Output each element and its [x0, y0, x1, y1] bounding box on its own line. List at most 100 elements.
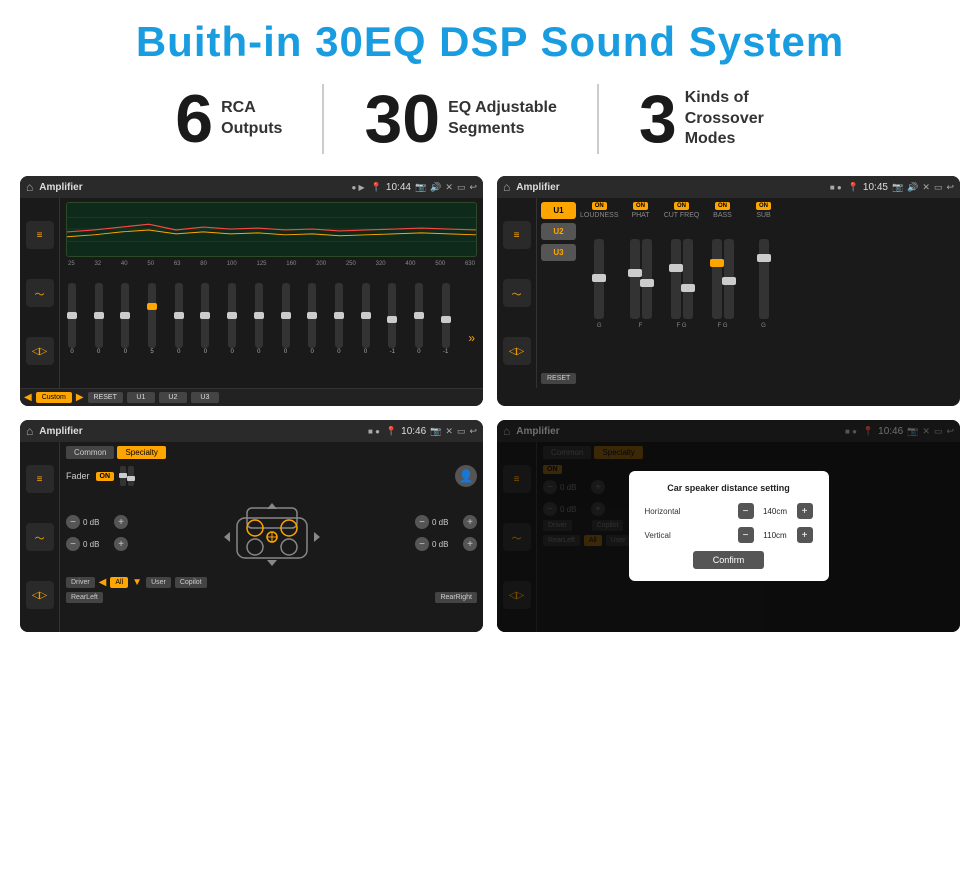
db-plus-1[interactable]: +: [114, 515, 128, 529]
location-icon-cross: 📍: [848, 182, 859, 193]
fader-sliders-horiz: [120, 466, 134, 486]
freq-100: 100: [227, 261, 237, 267]
fader-tab-common[interactable]: Common: [66, 446, 114, 459]
eq-slider-7[interactable]: 0: [228, 283, 236, 355]
sub-on-btn[interactable]: ON: [756, 202, 771, 210]
cross-sidebar-btn-1[interactable]: ≡: [503, 221, 531, 249]
eq-app-name: Amplifier: [39, 182, 345, 193]
freq-32: 32: [94, 261, 101, 267]
back-icon-cross: ↩: [946, 182, 954, 193]
db-minus-4[interactable]: −: [415, 537, 429, 551]
dialog-title: Car speaker distance setting: [645, 483, 813, 493]
eq-slider-5[interactable]: 0: [175, 283, 183, 355]
vertical-plus-btn[interactable]: +: [797, 527, 813, 543]
db-ctrl-4: − 0 dB +: [415, 537, 477, 551]
stat-crossover-number: 3: [639, 85, 677, 153]
loudness-label: LOUDNESS: [580, 212, 619, 219]
db-minus-3[interactable]: −: [415, 515, 429, 529]
cross-sidebar: ≡ 〜 ◁▷: [497, 198, 537, 388]
db-plus-3[interactable]: +: [463, 515, 477, 529]
freq-80: 80: [200, 261, 207, 267]
eq-slider-2[interactable]: 0: [95, 283, 103, 355]
db-minus-1[interactable]: −: [66, 515, 80, 529]
db-ctrl-2: − 0 dB +: [66, 537, 128, 551]
cross-reset-btn[interactable]: RESET: [541, 373, 576, 384]
screens-grid: ⌂ Amplifier ● ▶ 📍 10:44 📷 🔊 ✕ ▭ ↩ ≡ 〜 ◁▷: [20, 176, 960, 632]
crossover-presets: U1 U2 U3 RESET: [541, 202, 576, 384]
eq-slider-10[interactable]: 0: [308, 283, 316, 355]
eq-u3-btn[interactable]: U3: [191, 392, 219, 403]
vertical-value: 110cm: [758, 531, 793, 540]
db-plus-2[interactable]: +: [114, 537, 128, 551]
fader-sidebar-btn-3[interactable]: ◁▷: [26, 581, 54, 609]
eq-slider-11[interactable]: 0: [335, 283, 343, 355]
eq-slider-4[interactable]: 5: [148, 283, 156, 355]
eq-sidebar-btn-3[interactable]: ◁▷: [26, 337, 54, 365]
cross-sidebar-btn-2[interactable]: 〜: [503, 279, 531, 307]
btn-all[interactable]: All: [110, 577, 128, 588]
btn-copilot[interactable]: Copilot: [175, 577, 207, 588]
eq-slider-12[interactable]: 0: [362, 283, 370, 355]
freq-40: 40: [121, 261, 128, 267]
window-icon-fader: ▭: [457, 426, 466, 437]
db-minus-2[interactable]: −: [66, 537, 80, 551]
eq-custom-btn[interactable]: Custom: [36, 392, 72, 403]
eq-slider-14[interactable]: 0: [415, 283, 423, 355]
eq-slider-6[interactable]: 0: [201, 283, 209, 355]
preset-u3[interactable]: U3: [541, 244, 576, 261]
fader-on-badge[interactable]: ON: [96, 472, 115, 481]
preset-u1[interactable]: U1: [541, 202, 576, 219]
fader-sidebar-btn-2[interactable]: 〜: [26, 523, 54, 551]
vertical-minus-btn[interactable]: −: [738, 527, 754, 543]
dialog-overlay: Car speaker distance setting Horizontal …: [497, 420, 960, 632]
horizontal-minus-btn[interactable]: −: [738, 503, 754, 519]
page-title: Buith-in 30EQ DSP Sound System: [136, 18, 844, 66]
cutfreq-on-btn[interactable]: ON: [674, 202, 689, 210]
bass-on-btn[interactable]: ON: [715, 202, 730, 210]
loudness-on-btn[interactable]: ON: [592, 202, 607, 210]
cross-sidebar-btn-3[interactable]: ◁▷: [503, 337, 531, 365]
eq-slider-8[interactable]: 0: [255, 283, 263, 355]
horizontal-value: 140cm: [758, 507, 793, 516]
phat-on-btn[interactable]: ON: [633, 202, 648, 210]
freq-400: 400: [405, 261, 415, 267]
fader-sidebar-btn-1[interactable]: ≡: [26, 465, 54, 493]
freq-250: 250: [346, 261, 356, 267]
horizontal-plus-btn[interactable]: +: [797, 503, 813, 519]
btn-driver[interactable]: Driver: [66, 577, 95, 588]
preset-u2[interactable]: U2: [541, 223, 576, 240]
right-db-controls: − 0 dB + − 0 dB +: [415, 515, 477, 551]
eq-next-btn[interactable]: ▶: [76, 392, 84, 403]
eq-u1-btn[interactable]: U1: [127, 392, 155, 403]
btn-user[interactable]: User: [146, 577, 171, 588]
fader-dot: ■ ●: [368, 427, 380, 436]
home-icon-cross: ⌂: [503, 180, 510, 194]
eq-sidebar-btn-1[interactable]: ≡: [26, 221, 54, 249]
fader-tab-specialty[interactable]: Specialty: [117, 446, 165, 459]
freq-200: 200: [316, 261, 326, 267]
eq-slider-1[interactable]: 0: [68, 283, 76, 355]
fader-bottom-btns: Driver ◀ All ▼ User Copilot: [66, 577, 477, 588]
eq-sliders: 0 0 0 5 0 0 0 0 0 0 0 0 -1 0 -1: [66, 270, 477, 355]
db-val-4: 0 dB: [432, 540, 460, 549]
eq-slider-15[interactable]: -1: [442, 283, 450, 355]
eq-more-btn[interactable]: »: [468, 331, 475, 355]
fader-main-area: Common Specialty Fader ON 👤: [60, 442, 483, 632]
back-icon-eq: ↩: [469, 182, 477, 193]
eq-reset-btn[interactable]: RESET: [88, 392, 123, 403]
db-val-2: 0 dB: [83, 540, 111, 549]
eq-u2-btn[interactable]: U2: [159, 392, 187, 403]
volume-icon-eq: 🔊: [430, 182, 441, 193]
back-icon-fader: ↩: [469, 426, 477, 437]
btn-rearright[interactable]: RearRight: [435, 592, 477, 603]
cross-time: 10:45: [863, 182, 888, 193]
eq-slider-3[interactable]: 0: [121, 283, 129, 355]
eq-slider-13[interactable]: -1: [388, 283, 396, 355]
eq-slider-9[interactable]: 0: [282, 283, 290, 355]
confirm-button[interactable]: Confirm: [693, 551, 765, 569]
stat-rca-number: 6: [175, 85, 213, 153]
btn-rearleft[interactable]: RearLeft: [66, 592, 103, 603]
db-plus-4[interactable]: +: [463, 537, 477, 551]
eq-prev-btn[interactable]: ◀: [24, 392, 32, 403]
eq-sidebar-btn-2[interactable]: 〜: [26, 279, 54, 307]
